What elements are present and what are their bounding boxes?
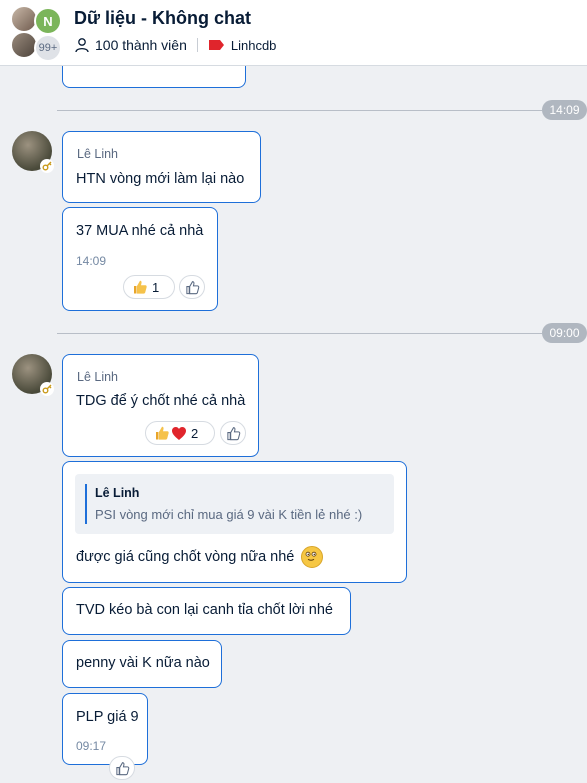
quote-bar — [85, 484, 87, 524]
message-bubble[interactable]: penny vài K nữa nào — [62, 640, 222, 688]
message-text: PLP giá 9 — [76, 709, 139, 725]
time-divider-line — [57, 110, 542, 111]
message-bubble[interactable]: Lê Linh HTN vòng mới làm lại nào — [62, 131, 261, 203]
message-bubble[interactable]: TVD kéo bà con lại canh tỉa chốt lời nhé — [62, 587, 351, 635]
like-button[interactable] — [109, 756, 135, 780]
message-text: HTN vòng mới làm lại nào — [76, 171, 245, 187]
message-time: 09:17 — [76, 739, 107, 753]
key-icon — [40, 382, 54, 396]
sender-avatar[interactable] — [12, 354, 54, 396]
message-list[interactable]: 14:09 Lê Linh HTN vòng mới làm lại nào 3… — [0, 46, 587, 783]
message-text-row: được giá cũng chốt vòng nữa nhé — [76, 546, 324, 568]
time-divider-line — [57, 333, 542, 334]
meta-divider — [196, 38, 198, 52]
message-text: 37 MUA nhé cả nhà — [76, 223, 204, 239]
reaction-count: 1 — [152, 279, 160, 295]
sender-avatar[interactable] — [12, 131, 54, 173]
smile-emoji-icon — [301, 546, 324, 568]
conversation-meta: 100 thành viên Linhcdb — [74, 37, 276, 53]
message-text: TDG để ý chốt nhé cả nhà — [76, 393, 246, 409]
conversation-title[interactable]: Dữ liệu - Không chat — [74, 8, 251, 29]
message-bubble[interactable]: PLP giá 9 09:17 — [62, 693, 148, 780]
member-count[interactable]: 100 thành viên — [95, 37, 187, 53]
chat-header: N 99+ Dữ liệu - Không chat 100 thành viê… — [0, 0, 587, 66]
thumbs-up-icon — [156, 426, 169, 440]
reaction-summary[interactable]: 1 — [123, 275, 175, 299]
member-avatar-initial: N — [34, 7, 62, 35]
reply-message-bubble[interactable]: Lê Linh PSI vòng mới chỉ mua giá 9 vài K… — [62, 461, 407, 583]
thumbs-up-icon — [134, 280, 147, 294]
reaction-summary[interactable]: 2 — [145, 421, 215, 445]
sender-name[interactable]: Lê Linh — [77, 370, 118, 384]
message-text: penny vài K nữa nào — [76, 655, 210, 671]
reaction-count: 2 — [191, 425, 199, 441]
quoted-message[interactable]: Lê Linh PSI vòng mới chỉ mua giá 9 vài K… — [75, 474, 394, 534]
heart-icon — [172, 426, 186, 440]
quote-text: PSI vòng mới chỉ mua giá 9 vài K tiền lẻ… — [95, 507, 363, 522]
tag-icon — [208, 40, 224, 50]
time-divider: 14:09 — [542, 100, 587, 120]
message-text: TVD kéo bà con lại canh tỉa chốt lời nhé — [76, 602, 333, 618]
like-button[interactable] — [220, 421, 246, 445]
like-outline-icon — [226, 426, 240, 440]
like-outline-icon — [115, 761, 129, 775]
message-bubble[interactable]: Lê Linh TDG để ý chốt nhé cả nhà 2 — [62, 354, 259, 457]
tag-label[interactable]: Linhcdb — [231, 38, 277, 53]
like-outline-icon — [185, 280, 199, 294]
person-icon[interactable] — [74, 37, 90, 53]
sender-name[interactable]: Lê Linh — [77, 147, 118, 161]
like-button[interactable] — [179, 275, 205, 299]
message-text: được giá cũng chốt vòng nữa nhé — [76, 548, 295, 565]
more-members-count: 99+ — [34, 34, 62, 62]
message-time: 14:09 — [76, 254, 107, 268]
message-bubble[interactable]: 37 MUA nhé cả nhà 14:09 1 — [62, 207, 218, 311]
group-avatar[interactable]: N 99+ — [10, 5, 64, 62]
time-divider: 09:00 — [542, 323, 587, 343]
quote-sender: Lê Linh — [95, 486, 140, 500]
key-icon — [40, 159, 54, 173]
